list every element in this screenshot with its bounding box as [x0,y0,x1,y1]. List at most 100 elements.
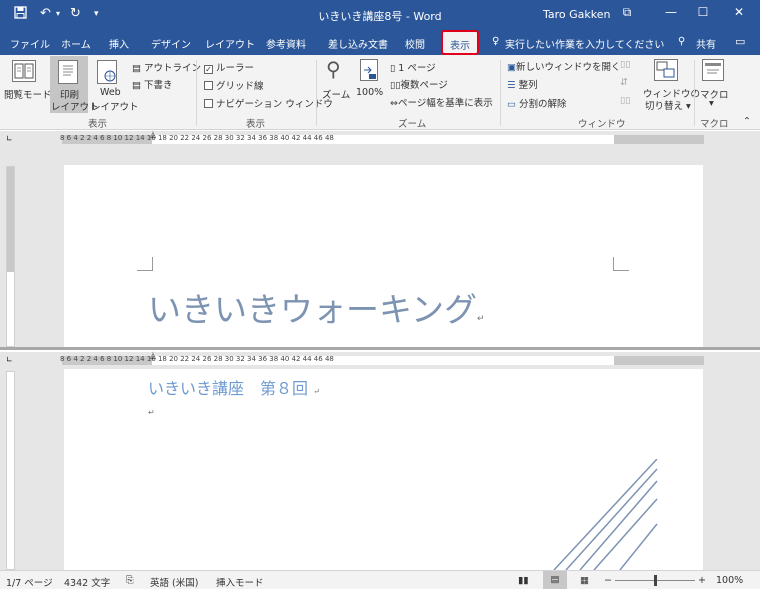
document-page-bottom[interactable]: いきいき講座 第８回 ↵ ↵ [64,369,703,570]
user-name[interactable]: Taro Gakken [543,8,611,21]
paragraph-mark: ↵ [313,387,320,396]
read-mode-view-icon[interactable]: ▮▮ [518,575,528,586]
document-heading[interactable]: いきいきウォーキング↵ [148,283,485,331]
views-group-label: 表示 [88,119,108,130]
proofing-icon[interactable]: ⎘ [126,575,134,586]
ruler-label: ルーラー [216,63,255,74]
macros-icon [702,59,724,81]
window-group-label: ウィンドウ [578,119,626,130]
tab-review[interactable]: 校閲 [405,36,425,51]
gridlines-label: グリッド線 [216,81,264,92]
reset-window-icon[interactable]: ▯▯ [620,95,630,106]
vertical-ruler-top[interactable] [6,166,15,347]
status-bar: 1/7 ページ 4342 文字 ⎘ 英語 (米国) 挿入モード ▮▮ ▤ ▦ −… [0,570,760,589]
paragraph-mark: ↵ [477,314,485,324]
group-separator [196,60,197,126]
ribbon-tabs: ファイル ホーム 挿入 デザイン レイアウト 参考資料 差し込み文書 校閲 ♀ … [0,30,760,55]
multiple-pages-button[interactable]: ▯▯複数ページ [390,77,448,91]
print-layout-view-icon[interactable]: ▤ [543,571,567,589]
arrange-all-button[interactable]: ☰ 整列 [507,77,538,91]
document-subheading[interactable]: いきいき講座 第８回 ↵ [148,375,320,399]
macros-dropdown-icon[interactable]: ▾ [709,98,714,109]
indent-marker-icon[interactable]: ⏃ [149,351,157,362]
view-side-by-side-icon[interactable]: ▯▯ [620,59,630,70]
outline-label: アウトライン [144,63,202,74]
ruler-numbers: 8 6 4 2 2 4 6 8 10 12 14 16 18 20 22 24 … [60,355,334,363]
close-button[interactable]: ✕ [728,5,750,23]
vertical-ruler-bottom[interactable] [6,371,15,570]
multiple-pages-icon: ▯▯ [390,80,401,91]
one-page-label: 1 ページ [398,63,436,74]
lightbulb-icon: ♀ [492,36,500,47]
tab-selector-icon[interactable]: ∟ [6,355,13,364]
tab-file[interactable]: ファイル [10,36,50,51]
sync-scrolling-icon[interactable]: ⇵ [620,77,628,88]
draft-button[interactable]: ▤ 下書き [132,77,173,91]
print-layout-icon [58,60,78,84]
zoom-in-button[interactable]: + [698,575,706,586]
zoom-out-button[interactable]: − [604,575,612,586]
navigation-pane-checkbox[interactable]: ナビゲーション ウィンドウ [204,96,333,110]
indent-marker-icon[interactable]: ⏃ [149,130,157,141]
collapse-ribbon-icon[interactable]: ⌃ [743,116,751,127]
insert-mode[interactable]: 挿入モード [216,575,264,589]
horizontal-ruler-bottom[interactable]: ∟ 8 6 4 2 2 4 6 8 10 12 14 16 18 20 22 2… [0,352,760,369]
document-page-top[interactable]: いきいきウォーキング↵ [64,165,703,347]
zoom-slider[interactable] [615,575,695,586]
zoom-button[interactable]: ズーム [322,87,350,101]
web-layout-button[interactable]: Web [100,87,121,98]
tab-view[interactable]: 表示 [441,30,479,55]
draft-label: 下書き [144,80,173,91]
horizontal-ruler-top[interactable]: ∟ 8 6 4 2 2 4 6 8 10 12 14 16 18 20 22 2… [0,131,760,148]
ribbon-display-options-icon[interactable]: ⧉ [616,5,638,23]
outline-button[interactable]: ▤ アウトライン [132,60,201,74]
margin-corner-mark [613,257,629,271]
tab-design[interactable]: デザイン [151,36,191,51]
split-bar[interactable] [0,347,760,350]
switch-windows-icon [654,59,678,81]
split-icon: ▭ [507,99,516,110]
web-layout-label-2: レイアウト [91,102,139,113]
maximize-button[interactable]: ☐ [692,5,714,23]
zoom-percent[interactable]: 100% [716,575,743,586]
title-bar: ↶ ▾ ↻ ▾ いきいき講座8号 - Word Taro Gakken ⧉ — … [0,0,760,30]
page-count[interactable]: 1/7 ページ [6,575,53,589]
tab-home[interactable]: ホーム [61,36,91,51]
comment-icon[interactable]: ▭ [735,35,745,48]
bottom-pane: いきいき講座 第８回 ↵ ↵ [0,369,760,570]
one-page-icon: ▯ [390,63,396,74]
tell-me-box[interactable]: 実行したい作業を入力してください [505,36,664,51]
page-width-button[interactable]: ⇔ページ幅を基準に表示 [390,95,493,109]
language-indicator[interactable]: 英語 (米国) [150,575,198,589]
arrange-label: 整列 [518,80,538,91]
zoom-100-button[interactable]: 100% [356,87,383,98]
tab-mailings[interactable]: 差し込み文書 [328,36,388,51]
page-width-icon: ⇔ [390,98,398,109]
new-window-icon: ▣ [507,62,516,73]
tab-references[interactable]: 参考資料 [266,36,306,51]
zoom-slider-thumb[interactable] [654,575,657,586]
word-count[interactable]: 4342 文字 [64,575,110,589]
zoom-100-icon [360,59,378,81]
tab-insert[interactable]: 挿入 [109,36,129,51]
read-mode-button[interactable]: 閲覧モード [4,87,52,101]
switch-windows-label-2: 切り替え ▾ [645,101,691,112]
gridlines-checkbox[interactable]: グリッド線 [204,78,264,92]
new-window-button[interactable]: ▣新しいウィンドウを開く [507,59,621,73]
web-layout-view-icon[interactable]: ▦ [580,575,589,586]
ruler-checkbox[interactable]: ✓ ルーラー [204,60,254,74]
tab-layout[interactable]: レイアウト [205,36,255,51]
magnifier-icon: ⚲ [326,57,341,81]
draft-icon: ▤ [132,80,141,91]
one-page-button[interactable]: ▯ 1 ページ [390,60,436,74]
group-separator [694,60,695,126]
share-button[interactable]: 共有 [696,36,716,51]
remove-split-button[interactable]: ▭ 分割の解除 [507,96,567,110]
outline-icon: ▤ [132,63,141,74]
ruler-numbers: 8 6 4 2 2 4 6 8 10 12 14 16 18 20 22 24 … [60,134,334,142]
tab-selector-icon[interactable]: ∟ [6,134,13,143]
margin-corner-mark [137,257,153,271]
minimize-button[interactable]: — [660,5,682,23]
macros-button[interactable]: マクロ [700,87,729,101]
arrange-icon: ☰ [507,80,516,91]
